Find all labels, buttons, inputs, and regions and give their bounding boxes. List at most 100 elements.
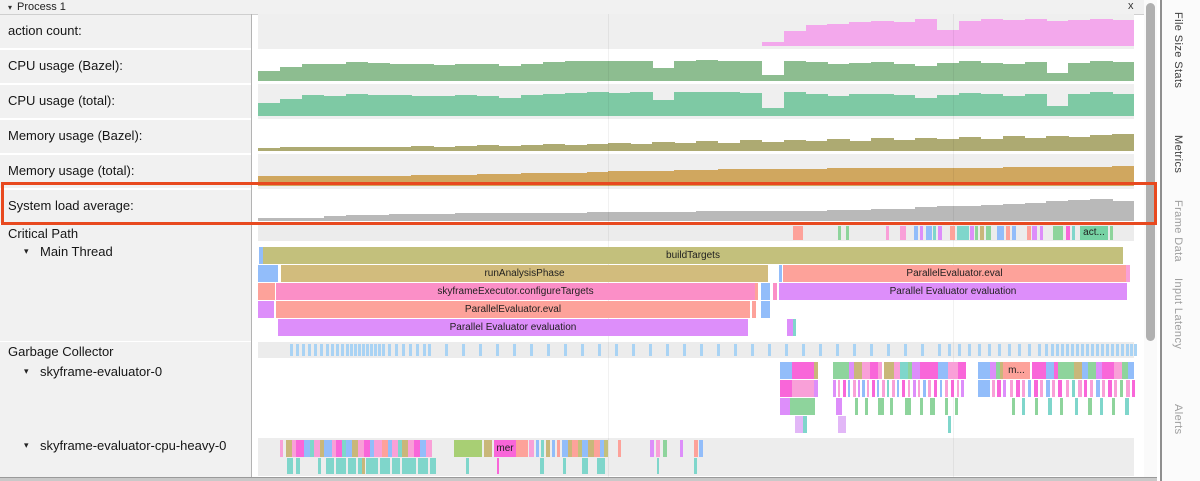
gc-tick[interactable] [819, 344, 822, 356]
gc-tick[interactable] [402, 344, 405, 356]
slice[interactable] [497, 458, 499, 474]
gc-tick[interactable] [462, 344, 465, 356]
slice[interactable] [970, 226, 974, 240]
slice[interactable] [392, 458, 400, 474]
slice[interactable] [1075, 398, 1078, 415]
slice[interactable] [902, 380, 905, 397]
slice[interactable] [878, 362, 882, 379]
slice[interactable] [1132, 380, 1135, 397]
slice[interactable] [793, 226, 803, 240]
slice[interactable] [516, 440, 528, 457]
slice[interactable] [1032, 362, 1046, 379]
slice[interactable] [933, 226, 936, 240]
gc-tick[interactable] [1018, 344, 1021, 356]
slice[interactable] [897, 380, 899, 397]
gc-tick[interactable] [998, 344, 1001, 356]
slice[interactable] [1034, 380, 1038, 397]
gc-tick[interactable] [683, 344, 686, 356]
slice[interactable] [793, 319, 796, 336]
gc-tick[interactable] [1130, 344, 1133, 356]
slice[interactable] [836, 398, 842, 415]
slice[interactable] [552, 440, 555, 457]
slice[interactable] [1035, 398, 1038, 415]
slice[interactable] [1016, 380, 1020, 397]
slice[interactable] [918, 380, 920, 397]
gc-tick[interactable] [598, 344, 601, 356]
slice[interactable] [1032, 226, 1037, 240]
slice[interactable] [1022, 398, 1025, 415]
gc-tick[interactable] [409, 344, 412, 356]
slice[interactable] [546, 440, 550, 457]
gc-tick[interactable] [853, 344, 856, 356]
gc-tick[interactable] [547, 344, 550, 356]
gc-tick[interactable] [331, 344, 334, 356]
gc-tick[interactable] [1066, 344, 1069, 356]
gc-tick[interactable] [1121, 344, 1124, 356]
gc-tick[interactable] [948, 344, 951, 356]
slice[interactable]: Parallel Evaluator evaluation [779, 283, 1127, 300]
gc-tick[interactable] [632, 344, 635, 356]
slice[interactable] [867, 380, 869, 397]
slice[interactable] [1126, 380, 1130, 397]
slice[interactable] [865, 398, 868, 415]
slice[interactable] [878, 398, 884, 415]
slice[interactable] [1090, 380, 1093, 397]
gc-tick[interactable] [751, 344, 754, 356]
slice[interactable] [1048, 398, 1052, 415]
slice[interactable] [1060, 398, 1063, 415]
slice[interactable] [280, 440, 283, 457]
slice[interactable]: act... [1080, 226, 1108, 240]
slice[interactable] [287, 458, 293, 474]
slice[interactable] [951, 380, 954, 397]
counter-track[interactable] [258, 84, 1134, 119]
horizontal-scrollbar[interactable] [0, 477, 1157, 481]
slice[interactable] [604, 440, 608, 457]
slice[interactable] [862, 362, 870, 379]
slice[interactable] [366, 458, 378, 474]
gc-tick[interactable] [1076, 344, 1079, 356]
slice[interactable] [1040, 380, 1043, 397]
slice[interactable] [838, 380, 840, 397]
gc-tick[interactable] [1061, 344, 1064, 356]
slice[interactable] [945, 380, 948, 397]
slice[interactable] [582, 458, 588, 474]
slice[interactable] [926, 226, 932, 240]
slice[interactable] [258, 283, 275, 300]
slice[interactable] [1028, 380, 1031, 397]
gc-tick[interactable] [354, 344, 357, 356]
gc-tick[interactable] [1056, 344, 1059, 356]
gc-tick[interactable] [1045, 344, 1048, 356]
slice[interactable] [650, 440, 654, 457]
slice[interactable] [1078, 380, 1082, 397]
slice[interactable] [803, 416, 807, 433]
slice[interactable] [986, 226, 991, 240]
slice[interactable] [997, 380, 1001, 397]
slice[interactable] [948, 362, 958, 379]
gc-tick[interactable] [1106, 344, 1109, 356]
slice[interactable] [884, 362, 894, 379]
slice[interactable] [1040, 226, 1043, 240]
gc-tick[interactable] [1134, 344, 1137, 356]
slice[interactable] [1072, 226, 1075, 240]
slice[interactable] [563, 458, 566, 474]
gc-tick[interactable] [836, 344, 839, 356]
slice[interactable] [887, 380, 889, 397]
gc-tick[interactable] [1101, 344, 1104, 356]
gc-tick[interactable] [479, 344, 482, 356]
slice[interactable] [838, 226, 841, 240]
slice[interactable] [1046, 362, 1054, 379]
gc-tick[interactable] [350, 344, 353, 356]
slice[interactable] [945, 398, 948, 415]
gc-tick[interactable] [717, 344, 720, 356]
slice[interactable] [380, 458, 390, 474]
slice[interactable] [938, 226, 942, 240]
slice[interactable]: mer [494, 440, 516, 457]
slice[interactable] [597, 458, 605, 474]
gc-tick[interactable] [1111, 344, 1114, 356]
slice[interactable] [780, 362, 792, 379]
collapse-triangle-icon[interactable]: ▾ [8, 3, 12, 12]
gc-tick[interactable] [785, 344, 788, 356]
gc-tick[interactable] [564, 344, 567, 356]
track-label[interactable]: skyframe-evaluator-cpu-heavy-0 [40, 438, 226, 453]
slice[interactable] [872, 380, 875, 397]
